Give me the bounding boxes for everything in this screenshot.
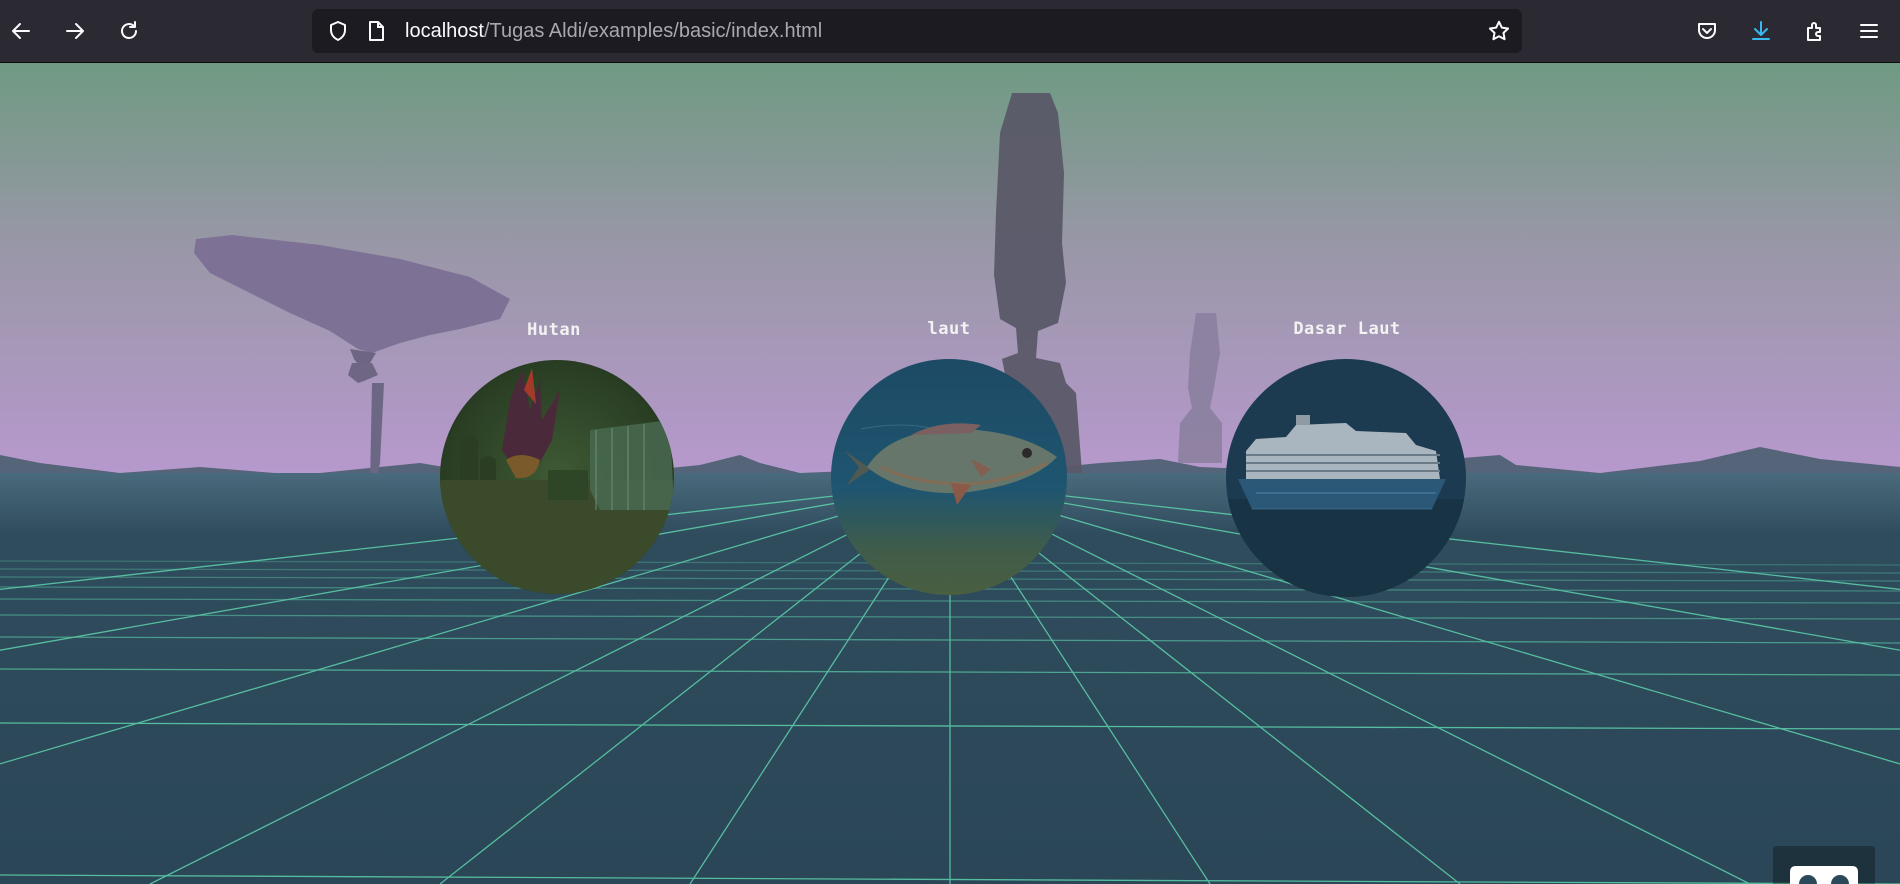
portal-dasar-laut[interactable] xyxy=(1226,359,1466,597)
vr-scene-canvas[interactable]: Hutan laut Dasar Laut xyxy=(0,63,1900,884)
shield-icon[interactable] xyxy=(326,19,350,43)
url-text[interactable]: localhost/Tugas Aldi/examples/basic/inde… xyxy=(405,20,822,43)
reload-icon[interactable] xyxy=(112,14,146,48)
pocket-icon[interactable] xyxy=(1690,14,1724,48)
url-path: /Tugas Aldi/examples/basic/index.html xyxy=(483,20,823,42)
browser-toolbar: localhost/Tugas Aldi/examples/basic/inde… xyxy=(0,0,1900,63)
extensions-icon[interactable] xyxy=(1798,14,1832,48)
forest-scene-image xyxy=(440,360,674,594)
download-icon[interactable] xyxy=(1744,14,1778,48)
portal-laut[interactable] xyxy=(831,359,1067,595)
vr-headset-icon xyxy=(1790,865,1858,884)
cruise-ship-image xyxy=(1226,359,1466,597)
url-host: localhost xyxy=(405,20,484,42)
portal-label-dasar-laut: Dasar Laut xyxy=(1293,319,1401,339)
portal-label-hutan: Hutan xyxy=(527,320,581,340)
menu-icon[interactable] xyxy=(1852,14,1886,48)
url-bar[interactable]: localhost/Tugas Aldi/examples/basic/inde… xyxy=(312,9,1522,53)
forward-arrow-icon[interactable] xyxy=(58,14,92,48)
enter-vr-button[interactable] xyxy=(1773,846,1875,884)
portal-label-laut: laut xyxy=(927,319,971,339)
page-icon[interactable] xyxy=(364,19,388,43)
bookmark-star-icon[interactable] xyxy=(1487,19,1511,43)
fish-image xyxy=(831,359,1067,595)
portal-hutan[interactable] xyxy=(440,360,674,594)
back-arrow-icon[interactable] xyxy=(4,14,38,48)
